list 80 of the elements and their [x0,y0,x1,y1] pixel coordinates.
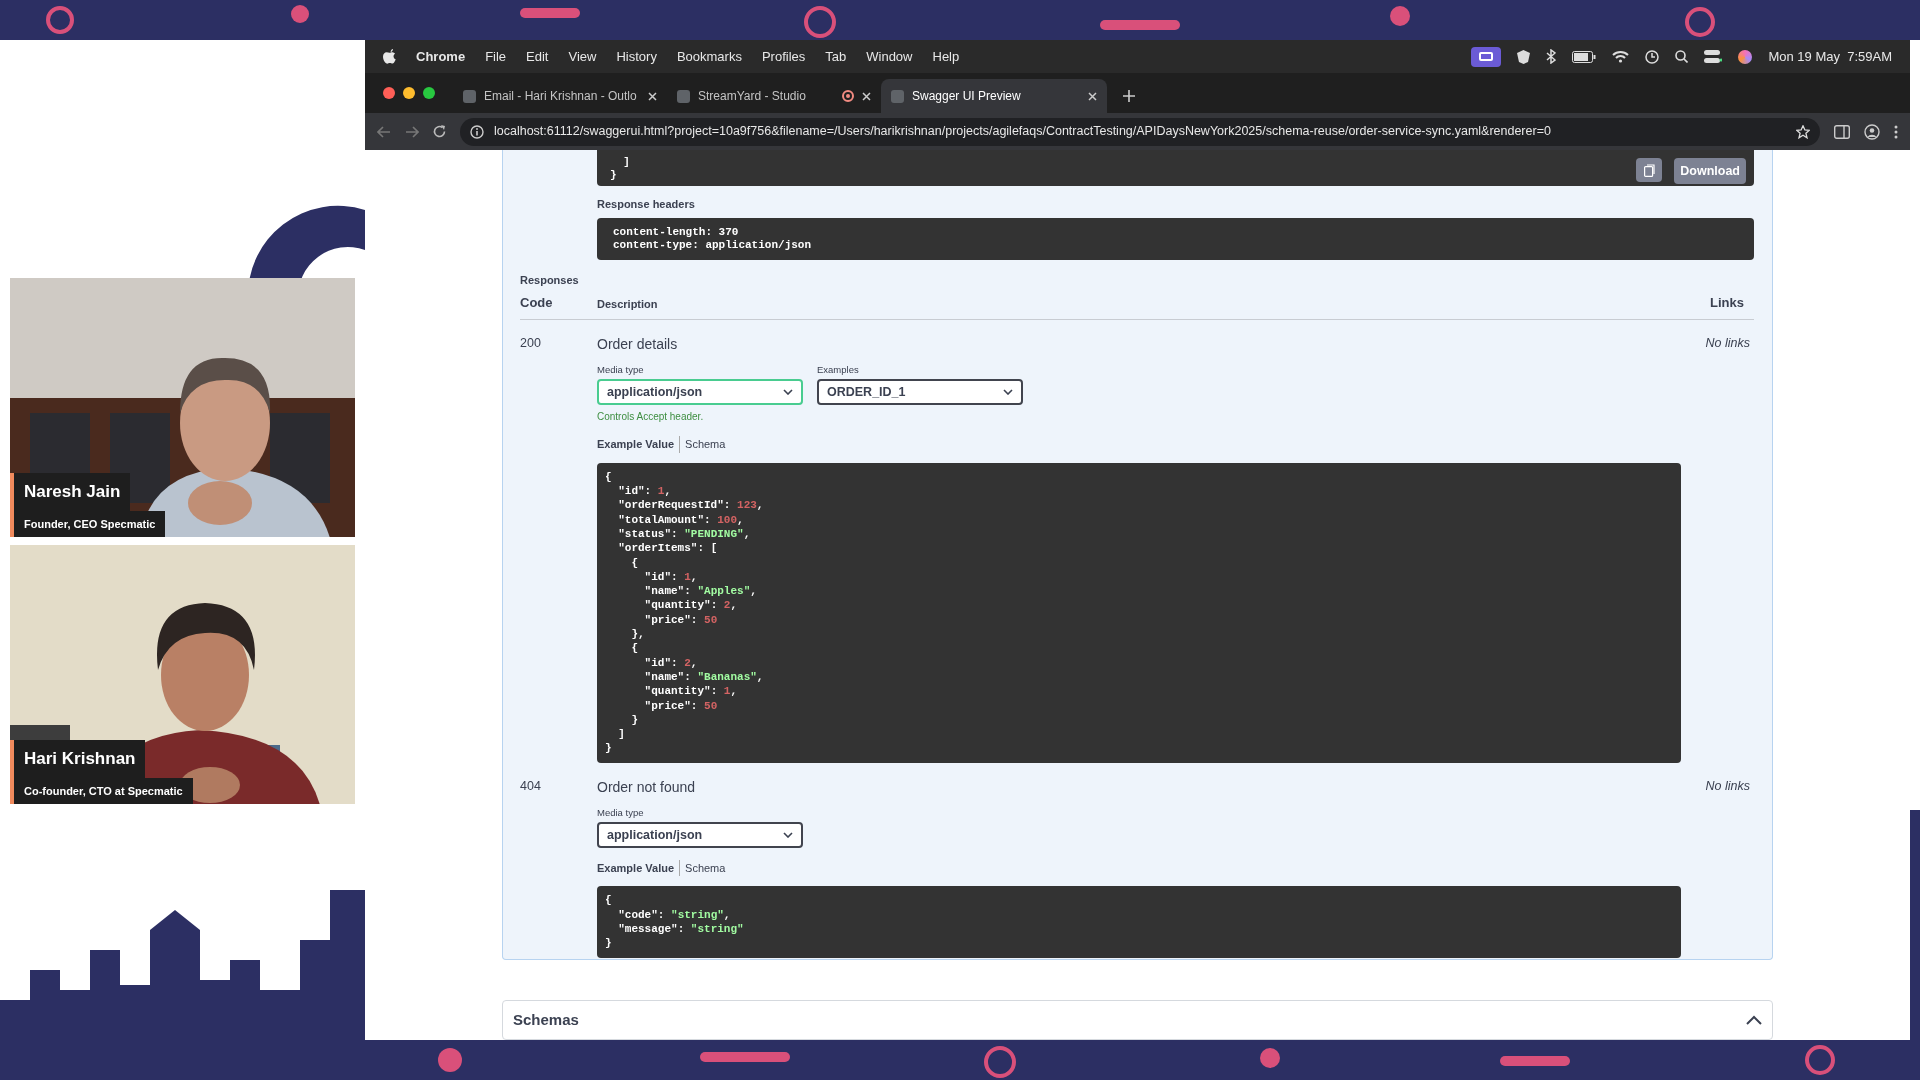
copy-icon[interactable] [1643,163,1655,177]
participant-name: Naresh Jain [10,473,131,511]
field-label: Media type [597,805,645,820]
copy-button[interactable] [1636,158,1662,182]
schemas-section[interactable]: Schemas [502,1000,1773,1040]
close-window-button[interactable] [383,87,395,99]
hint-text: Controls Accept header. [597,410,705,425]
favicon-icon [891,89,904,103]
bookmark-star-icon[interactable] [1796,124,1810,139]
section-label: Response headers [597,197,696,212]
close-tab-icon[interactable] [1088,91,1097,101]
menu-item[interactable]: Help [932,46,960,67]
caret-icon [783,389,793,396]
close-tab-icon[interactable] [862,91,871,101]
participant-name: Hari Krishnan [10,740,146,778]
wifi-icon[interactable] [1612,50,1630,63]
column-header: Links [1710,293,1745,312]
links-text: No links [1705,777,1751,795]
siri-icon[interactable] [1738,49,1753,64]
code-block: { "code": "string", "message": "string" } [597,886,1681,958]
clock-icon[interactable] [1645,49,1660,64]
column-header: Description [597,296,659,312]
favicon-icon [677,89,690,103]
new-tab-icon[interactable] [1123,90,1135,102]
dropdown[interactable]: application/json [597,821,803,848]
menu-item[interactable]: History [616,46,657,67]
menu-item[interactable]: Profiles [761,46,806,67]
menu-item[interactable]: View [568,46,597,67]
profile-icon[interactable] [1864,123,1880,140]
app-menu[interactable]: Chrome [416,46,466,67]
browser-tab[interactable]: Swagger UI Preview [881,79,1107,113]
links-text: No links [1705,335,1751,352]
back-icon[interactable] [377,125,391,138]
site-info-icon[interactable] [470,124,484,139]
caret-icon [1003,389,1013,396]
example-tab[interactable]: Example Value [597,436,675,453]
participant-role: Founder, CEO Specmatic [10,510,166,537]
menu-item[interactable]: Window [866,46,913,67]
field-label: Examples [817,363,860,377]
bluetooth-icon[interactable] [1546,49,1557,64]
favicon-icon [463,89,476,103]
browser-tab[interactable]: StreamYard - Studio [667,79,881,113]
example-tab[interactable]: Schema [679,859,726,877]
control-center-icon[interactable] [1704,50,1723,63]
code-block: { "id": 1, "orderRequestId": 123, "totalAmount": 100, "status": "PENDING", "orderItems": [ { "id": 1, "name": "Apples", "quantity": 2, "price": 50 }, { "id": 2, "name": "Bananas", "quantity": 1, "price": 50 } ] } [597,462,1681,763]
menu-item[interactable]: Edit [526,46,549,67]
participant-role: Co-founder, CTO at Specmatic [10,777,193,804]
response-description: Order not found [597,777,697,797]
status-code: 200 [520,335,542,352]
forward-icon[interactable] [405,125,419,138]
field-label: Media type [597,363,645,377]
screen-share-icon[interactable] [1471,46,1502,67]
shield-icon[interactable] [1517,49,1531,64]
code-block: content-length: 370 content-type: application/json [597,217,1754,260]
close-tab-icon[interactable] [648,91,657,101]
menu-bar-clock: Mon 19 May 7:59AM [1768,47,1892,66]
dropdown[interactable]: application/json [597,379,803,406]
side-panel-icon[interactable] [1834,124,1850,139]
response-description: Order details [597,335,679,354]
chevron-icon[interactable] [1746,1015,1762,1026]
maximize-window-button[interactable] [423,87,435,99]
browser-tab[interactable]: Email - Hari Krishnan - Outlo [453,79,667,113]
status-code: 404 [520,777,542,795]
dropdown[interactable]: ORDER_ID_1 [817,379,1023,406]
apple-icon[interactable] [383,49,396,64]
caret-icon [783,831,793,838]
column-header: Code [520,293,554,312]
download-button[interactable]: Download [1674,158,1746,184]
battery-icon[interactable] [1572,50,1597,63]
menu-item[interactable]: Bookmarks [676,46,742,67]
section-label: Responses [520,272,580,288]
more-menu-icon[interactable] [1894,124,1898,139]
reload-icon[interactable] [433,125,446,138]
address-field[interactable]: localhost:61112/swaggerui.html?project=10a9f756&filename=/Users/harikrishnan/projects/agilefaqs/ContractTesting/APIDaysNewYork2025/schema-reuse/order-service-sync.yaml&renderer=0 [460,117,1820,146]
menu-item[interactable]: File [485,46,507,67]
minimize-window-button[interactable] [403,87,415,99]
search-icon[interactable] [1675,50,1689,63]
menu-item[interactable]: Tab [825,46,847,67]
example-tab[interactable]: Example Value [597,859,675,877]
example-tab[interactable]: Schema [679,436,726,453]
